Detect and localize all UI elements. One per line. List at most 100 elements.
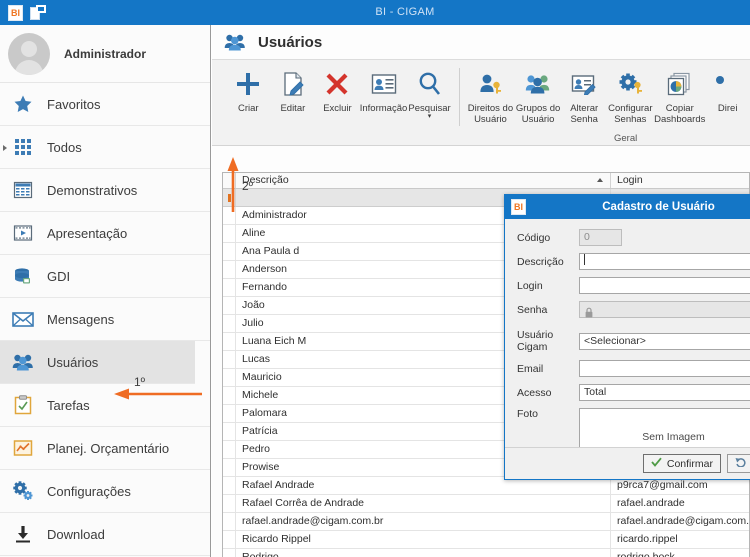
direitos-do-usuario-label: Direitos do Usuário: [467, 103, 514, 125]
row-indicator: [223, 369, 236, 386]
row-indicator: [223, 297, 236, 314]
login-label: Login: [517, 279, 543, 292]
table-row[interactable]: Ricardo Rippel ricardo.rippel: [223, 531, 749, 549]
configurar-senhas-label: Configurar Senhas: [608, 103, 653, 125]
row-indicator: [223, 459, 236, 476]
field-row-codigo: Código 0: [517, 229, 750, 246]
sidebar-item-download[interactable]: Download: [0, 513, 210, 556]
sidebar-item-planej-orcamentario[interactable]: Planej. Orçamentário: [0, 427, 210, 470]
row-indicator: [223, 225, 236, 242]
excluir-button[interactable]: Excluir: [315, 60, 360, 114]
slideshow-icon: [12, 222, 34, 244]
excluir-label: Excluir: [323, 103, 352, 114]
row-indicator: [223, 441, 236, 458]
avatar: [8, 32, 50, 75]
users-icon: [224, 31, 246, 53]
grupos-do-usuario-button[interactable]: Grupos do Usuário: [514, 60, 562, 125]
row-indicator: [223, 477, 236, 494]
row-indicator: [223, 243, 236, 260]
column-header-login[interactable]: Login: [611, 173, 749, 188]
usuario-cigam-value: <Selecionar>: [584, 334, 646, 347]
sidebar-item-mensagens[interactable]: Mensagens: [0, 298, 210, 341]
pesquisar-button[interactable]: Pesquisar ▾: [407, 60, 452, 120]
email-label: Email: [517, 362, 544, 375]
row-indicator: [223, 423, 236, 440]
configurar-senhas-button[interactable]: Configurar Senhas: [607, 60, 655, 125]
login-field[interactable]: [579, 277, 750, 294]
row-indicator: [223, 531, 236, 548]
copiar-dashboards-label: Copiar Dashboards: [654, 103, 706, 125]
email-field[interactable]: [579, 360, 750, 377]
direitos-cut-button[interactable]: Direi: [705, 60, 750, 114]
user-name: Administrador: [64, 46, 147, 61]
database-icon: [12, 265, 34, 287]
column-header-descricao[interactable]: Descrição: [236, 173, 611, 188]
table-row[interactable]: Rafael Corrêa de Andrade rafael.andrade: [223, 495, 749, 513]
grid-header-row: Descrição Login: [223, 173, 749, 189]
sidebar-item-demonstrativos[interactable]: Demonstrativos: [0, 169, 210, 212]
envelope-icon: [12, 308, 34, 330]
ribbon-group-label: Geral: [614, 133, 638, 144]
cell-descricao: rafael.andrade@cigam.com.br: [236, 513, 611, 530]
editar-button[interactable]: Editar: [271, 60, 316, 114]
cell-descricao: Ricardo Rippel: [236, 531, 611, 548]
chevron-right-icon[interactable]: [3, 145, 7, 151]
lock-icon: [585, 305, 593, 318]
dialog-title-bar: BI Cadastro de Usuário ✕: [505, 195, 750, 219]
copiar-dashboards-button[interactable]: Copiar Dashboards: [654, 60, 705, 125]
star-icon: [12, 93, 34, 115]
sidebar-item-usuarios[interactable]: Usuários: [0, 341, 195, 384]
rights-icon: [715, 67, 741, 101]
criar-button[interactable]: Criar: [226, 60, 271, 114]
sidebar-item-label: Mensagens: [47, 311, 115, 327]
sidebar-item-label: Configurações: [47, 483, 131, 499]
grid-icon: [12, 136, 34, 158]
direitos-do-usuario-button[interactable]: Direitos do Usuário: [467, 60, 515, 125]
informacao-button[interactable]: Informação: [360, 60, 407, 114]
descricao-label: Descrição: [517, 255, 564, 268]
x-delete-icon: [324, 67, 350, 101]
sidebar-item-apresentacao[interactable]: Apresentação: [0, 212, 210, 255]
row-indicator: [223, 513, 236, 530]
senha-label: Senha: [517, 303, 548, 316]
codigo-field: 0: [579, 229, 622, 246]
alterar-senha-label: Alterar Senha: [570, 103, 599, 125]
row-indicator: [223, 405, 236, 422]
table-row[interactable]: Rodrigo rodrigo.bock: [223, 549, 749, 557]
usuario-cigam-select[interactable]: <Selecionar>: [579, 332, 750, 350]
sidebar-item-tarefas[interactable]: Tarefas: [0, 384, 210, 427]
column-header-label: Descrição: [242, 174, 289, 186]
sidebar-item-gdi[interactable]: GDI: [0, 255, 210, 298]
sidebar-item-favoritos[interactable]: Favoritos: [0, 83, 210, 126]
chevron-down-icon[interactable]: ▾: [428, 113, 432, 120]
row-indicator: [223, 333, 236, 350]
magnifier-icon: [417, 67, 443, 101]
sidebar-item-label: Demonstrativos: [47, 182, 138, 198]
sidebar-item-label: Todos: [47, 139, 82, 155]
row-indicator: [223, 549, 236, 557]
app-title: BI - CIGAM: [375, 6, 435, 18]
sidebar-item-label: Tarefas: [47, 397, 90, 413]
dialog-title: Cadastro de Usuário: [602, 201, 715, 213]
id-card-icon: [371, 67, 397, 101]
page-header: Usuários: [212, 25, 750, 60]
acesso-select[interactable]: Total: [579, 384, 750, 401]
row-indicator: [223, 495, 236, 512]
sidebar-user-block[interactable]: Administrador: [0, 25, 210, 83]
confirmar-button[interactable]: Confirmar: [642, 454, 721, 473]
row-indicator: [223, 261, 236, 278]
sidebar-item-todos[interactable]: Todos: [0, 126, 210, 169]
page-title: Usuários: [258, 33, 323, 51]
sidebar-item-configuracoes[interactable]: Configurações: [0, 470, 210, 513]
usuario-cigam-label: Usuário Cigam: [517, 329, 554, 353]
alterar-senha-button[interactable]: Alterar Senha: [562, 60, 607, 125]
descricao-field[interactable]: [579, 253, 750, 270]
senha-field[interactable]: [579, 301, 750, 318]
editar-label: Editar: [280, 103, 306, 114]
gears-icon: [12, 480, 34, 502]
grupos-do-usuario-label: Grupos do Usuário: [515, 103, 561, 125]
field-row-email: Email: [517, 360, 750, 377]
acesso-label: Acesso: [517, 386, 552, 399]
table-row[interactable]: rafael.andrade@cigam.com.br rafael.andrad…: [223, 513, 749, 531]
cancelar-button[interactable]: Cancelar: [726, 454, 750, 473]
